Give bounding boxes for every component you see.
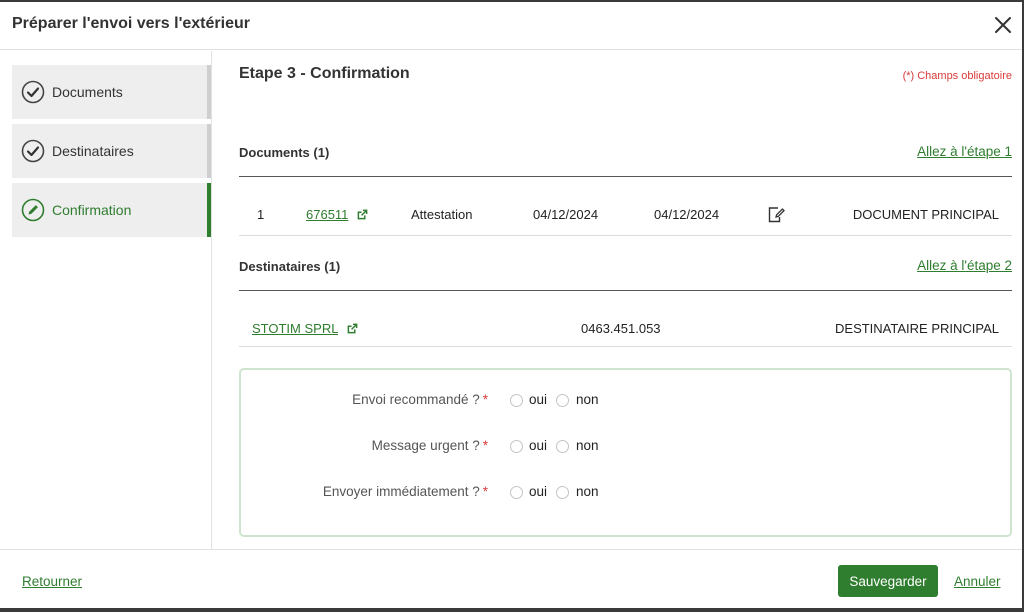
radio-label-oui[interactable]: oui: [529, 484, 547, 499]
document-index: 1: [257, 207, 265, 222]
back-link[interactable]: Retourner: [22, 574, 82, 589]
check-circle-icon: [21, 139, 45, 163]
goto-step-1-link[interactable]: Allez à l'étape 1: [917, 144, 1012, 159]
row-divider: [239, 346, 1012, 347]
dialog-footer: Retourner Sauvegarder Annuler: [0, 549, 1022, 608]
cancel-link[interactable]: Annuler: [954, 574, 1001, 589]
question-text: Envoi recommandé ?: [352, 392, 480, 407]
send-options-panel: Envoi recommandé ? * oui non Message urge…: [239, 368, 1012, 537]
divider: [239, 290, 1012, 291]
recipient-name-link[interactable]: STOTIM SPRL: [252, 321, 338, 336]
dialog-header: Préparer l'envoi vers l'extérieur: [0, 2, 1022, 50]
step-label: Destinataires: [52, 143, 134, 159]
external-link-icon[interactable]: [347, 323, 358, 334]
radio-label-non[interactable]: non: [576, 392, 599, 407]
steps-sidebar: Documents Destinataires Confirmation: [0, 51, 212, 549]
required-mark: *: [482, 484, 488, 499]
radio-immediat-non[interactable]: [556, 486, 569, 499]
document-type: Attestation: [411, 207, 473, 222]
recipient-number: 0463.451.053: [581, 321, 661, 336]
recipient-name-cell: STOTIM SPRL: [252, 321, 358, 336]
recipient-role: DESTINATAIRE PRINCIPAL: [835, 321, 999, 336]
document-date: 04/12/2024: [533, 207, 599, 222]
radio-recommande-oui[interactable]: [510, 394, 523, 407]
radio-label-non[interactable]: non: [576, 484, 599, 499]
check-circle-icon: [21, 80, 45, 104]
radio-label-oui[interactable]: oui: [529, 438, 547, 453]
question-text: Message urgent ?: [371, 438, 480, 453]
required-mark: *: [482, 392, 488, 407]
recipients-section-title: Destinataires (1): [239, 259, 341, 274]
radio-recommande-non[interactable]: [556, 394, 569, 407]
question-label-recommande: Envoi recommandé ? *: [352, 392, 488, 407]
radio-immediat-oui[interactable]: [510, 486, 523, 499]
document-number-cell: 676511: [306, 207, 368, 222]
step-label: Documents: [52, 84, 123, 100]
step-destinataires[interactable]: Destinataires: [12, 124, 211, 178]
step-documents[interactable]: Documents: [12, 65, 211, 119]
dialog-title: Préparer l'envoi vers l'extérieur: [12, 15, 250, 32]
page-title: Etape 3 - Confirmation: [239, 65, 410, 82]
save-button[interactable]: Sauvegarder: [838, 565, 938, 597]
radio-urgent-oui[interactable]: [510, 440, 523, 453]
step-label: Confirmation: [52, 202, 132, 218]
radio-label-oui[interactable]: oui: [529, 392, 547, 407]
required-mark: *: [482, 438, 488, 453]
document-number-link[interactable]: 676511: [306, 207, 348, 222]
goto-step-2-link[interactable]: Allez à l'étape 2: [917, 258, 1012, 273]
divider: [239, 176, 1012, 177]
dialog: Préparer l'envoi vers l'extérieur Docume…: [0, 2, 1022, 608]
question-label-immediat: Envoyer immédiatement ? *: [323, 484, 488, 499]
document-role: DOCUMENT PRINCIPAL: [852, 207, 999, 222]
close-icon[interactable]: [992, 14, 1014, 36]
pencil-circle-icon: [21, 198, 45, 222]
documents-section-title: Documents (1): [239, 145, 330, 160]
step-confirmation[interactable]: Confirmation: [12, 183, 211, 237]
document-date: 04/12/2024: [654, 207, 720, 222]
radio-label-non[interactable]: non: [576, 438, 599, 453]
radio-urgent-non[interactable]: [556, 440, 569, 453]
question-text: Envoyer immédiatement ?: [322, 484, 480, 499]
edit-document-icon[interactable]: [767, 205, 786, 224]
external-link-icon[interactable]: [357, 209, 368, 220]
row-divider: [239, 235, 1012, 236]
required-fields-note: (*) Champs obligatoire: [902, 70, 1012, 82]
question-label-urgent: Message urgent ? *: [372, 438, 488, 453]
